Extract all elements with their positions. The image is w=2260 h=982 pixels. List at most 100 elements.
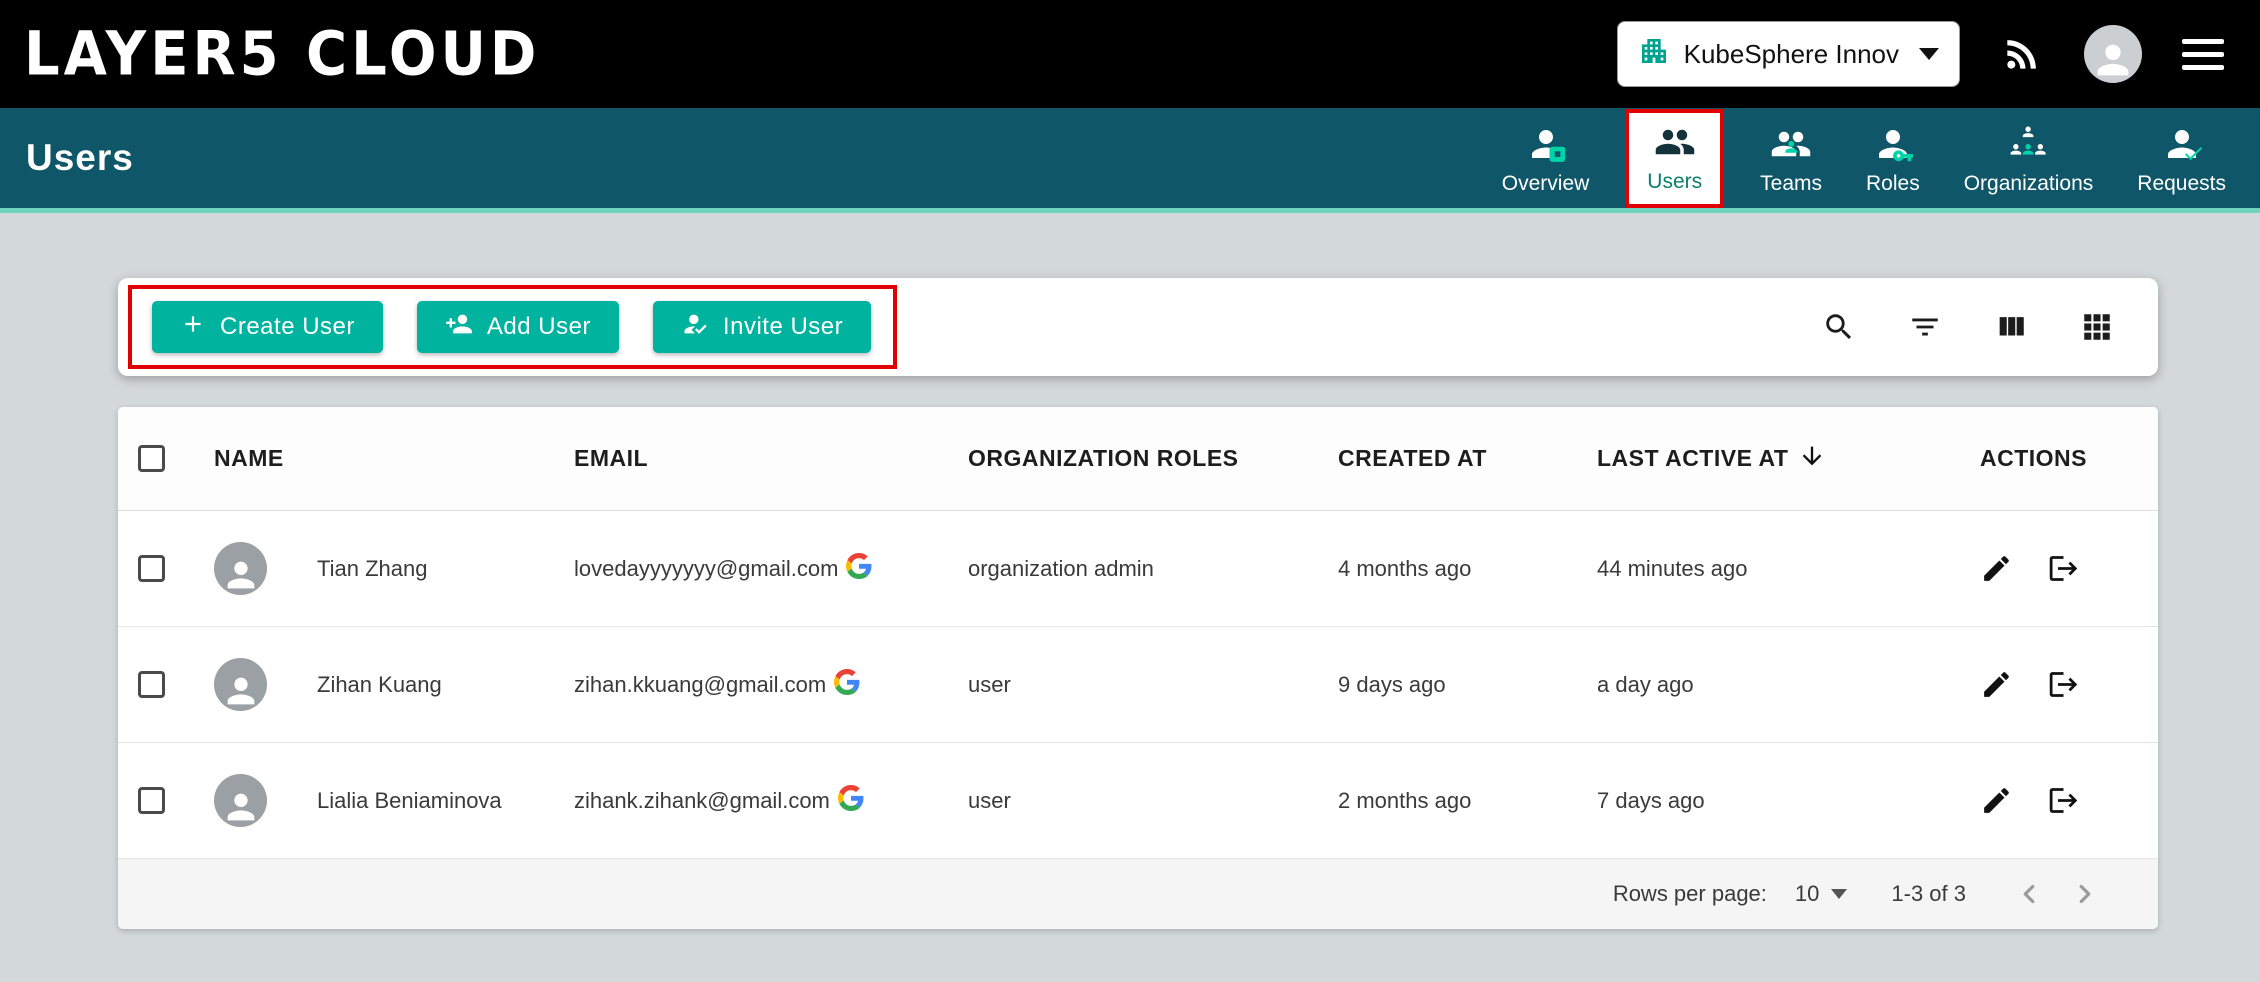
table-row: Zihan Kuang zihan.kkuang@gmail.com user … — [118, 627, 2158, 743]
rss-feed-icon[interactable] — [2000, 32, 2044, 76]
user-name: Tian Zhang — [317, 556, 427, 582]
columns-icon[interactable] — [1994, 310, 2028, 344]
rows-per-page-value: 10 — [1795, 881, 1819, 907]
pager-controls — [2014, 879, 2100, 909]
user-created-at: 4 months ago — [1338, 556, 1597, 582]
building-icon — [1638, 35, 1670, 74]
org-switcher-label: KubeSphere Innov — [1684, 39, 1899, 70]
remove-user-icon[interactable] — [2047, 552, 2080, 585]
tab-label: Users — [1647, 170, 1702, 194]
avatar — [214, 774, 267, 827]
user-last-active-at: 44 minutes ago — [1597, 556, 1956, 582]
select-all-checkbox[interactable] — [138, 445, 165, 472]
avatar — [214, 658, 267, 711]
tab-overview[interactable]: Overview — [1494, 123, 1598, 208]
user-name: Zihan Kuang — [317, 672, 442, 698]
teams-group-icon — [1768, 123, 1814, 165]
invite-user-button[interactable]: Invite User — [653, 301, 871, 353]
google-icon — [846, 553, 872, 585]
table-row: Tian Zhang lovedayyyyyyy@gmail.com organ… — [118, 511, 2158, 627]
user-org-roles: user — [968, 672, 1338, 698]
page-nav-bar: Users Overview Users Teams Roles — [0, 108, 2260, 213]
org-switcher-dropdown[interactable]: KubeSphere Innov — [1617, 21, 1960, 87]
users-toolbar: Create User Add User Invite User — [118, 278, 2158, 376]
table-row: Lialia Beniaminova zihank.zihank@gmail.c… — [118, 743, 2158, 859]
user-avatar[interactable] — [2084, 25, 2142, 83]
search-icon[interactable] — [1822, 310, 1856, 344]
grid-icon[interactable] — [2080, 310, 2114, 344]
row-checkbox[interactable] — [138, 671, 165, 698]
column-header-organization-roles[interactable]: ORGANIZATION ROLES — [968, 445, 1338, 472]
button-label: Create User — [220, 313, 355, 341]
tab-requests[interactable]: Requests — [2129, 123, 2234, 208]
page-title: Users — [26, 137, 134, 179]
sort-desc-arrow-icon[interactable] — [1798, 442, 1826, 476]
person-invite-icon — [681, 310, 709, 345]
table-header-row: NAME EMAIL ORGANIZATION ROLES CREATED AT… — [118, 407, 2158, 511]
button-label: Invite User — [723, 313, 843, 341]
main-content: Create User Add User Invite User — [0, 213, 2260, 929]
avatar — [214, 542, 267, 595]
user-last-active-at: 7 days ago — [1597, 788, 1956, 814]
add-user-button[interactable]: Add User — [417, 301, 619, 353]
tab-label: Teams — [1760, 172, 1822, 196]
user-created-at: 9 days ago — [1338, 672, 1597, 698]
hamburger-menu-icon[interactable] — [2182, 39, 2224, 70]
edit-user-icon[interactable] — [1980, 552, 2013, 585]
person-key-icon — [1870, 123, 1916, 165]
user-email: lovedayyyyyyy@gmail.com — [574, 556, 838, 582]
chevron-down-icon — [1831, 889, 1847, 899]
user-email: zihan.kkuang@gmail.com — [574, 672, 826, 698]
top-app-bar: LAYER5 CLOUD KubeSphere Innov — [0, 0, 2260, 108]
tab-users[interactable]: Users — [1625, 109, 1724, 208]
tab-label: Overview — [1502, 172, 1590, 196]
user-last-active-at: a day ago — [1597, 672, 1956, 698]
previous-page-icon[interactable] — [2014, 879, 2044, 909]
highlight-box-user-buttons: Create User Add User Invite User — [128, 285, 897, 369]
column-header-last-active-at[interactable]: LAST ACTIVE AT — [1597, 442, 1956, 476]
user-name: Lialia Beniaminova — [317, 788, 502, 814]
create-user-button[interactable]: Create User — [152, 301, 383, 353]
person-add-icon — [445, 310, 473, 345]
user-created-at: 2 months ago — [1338, 788, 1597, 814]
column-header-actions: ACTIONS — [1956, 445, 2158, 472]
column-header-created-at[interactable]: CREATED AT — [1338, 445, 1597, 472]
people-icon — [1652, 121, 1698, 163]
tab-teams[interactable]: Teams — [1752, 123, 1830, 208]
chevron-down-icon — [1919, 48, 1939, 60]
button-label: Add User — [487, 313, 591, 341]
edit-user-icon[interactable] — [1980, 784, 2013, 817]
user-email: zihank.zihank@gmail.com — [574, 788, 830, 814]
remove-user-icon[interactable] — [2047, 784, 2080, 817]
edit-user-icon[interactable] — [1980, 668, 2013, 701]
google-icon — [834, 669, 860, 701]
layer5-cloud-logo[interactable]: LAYER5 CLOUD — [24, 19, 540, 89]
google-icon — [838, 785, 864, 817]
tab-label: Organizations — [1964, 172, 2094, 196]
row-checkbox[interactable] — [138, 787, 165, 814]
tab-roles[interactable]: Roles — [1858, 123, 1928, 208]
column-header-email[interactable]: EMAIL — [574, 445, 968, 472]
rows-per-page-select[interactable]: 10 — [1795, 881, 1847, 907]
users-table: NAME EMAIL ORGANIZATION ROLES CREATED AT… — [118, 407, 2158, 929]
person-dashboard-icon — [1523, 123, 1569, 165]
column-header-name[interactable]: NAME — [194, 445, 574, 472]
remove-user-icon[interactable] — [2047, 668, 2080, 701]
section-tabs: Overview Users Teams Roles Organizations — [1494, 108, 2234, 208]
table-view-controls — [1822, 310, 2114, 344]
user-org-roles: organization admin — [968, 556, 1338, 582]
next-page-icon[interactable] — [2070, 879, 2100, 909]
person-check-icon — [2159, 123, 2205, 165]
filter-icon[interactable] — [1908, 310, 1942, 344]
plus-icon — [180, 311, 206, 344]
topbar-right-cluster: KubeSphere Innov — [1617, 21, 2224, 87]
rows-per-page-label: Rows per page: — [1613, 881, 1767, 907]
user-org-roles: user — [968, 788, 1338, 814]
tab-label: Roles — [1866, 172, 1920, 196]
pagination-range: 1-3 of 3 — [1891, 881, 1966, 907]
org-hierarchy-icon — [2005, 123, 2051, 165]
table-pagination: Rows per page: 10 1-3 of 3 — [118, 859, 2158, 929]
row-checkbox[interactable] — [138, 555, 165, 582]
tab-label: Requests — [2137, 172, 2226, 196]
tab-organizations[interactable]: Organizations — [1956, 123, 2102, 208]
